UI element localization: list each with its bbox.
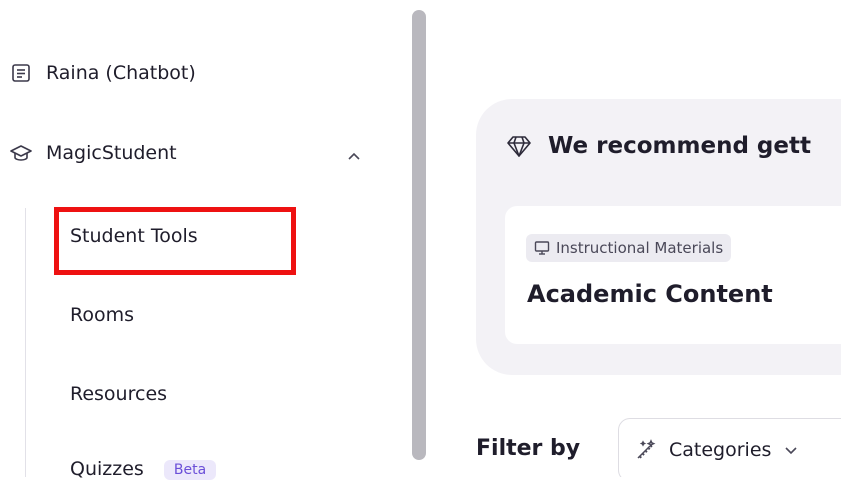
highlight-box	[54, 207, 296, 275]
magic-wand-icon	[637, 439, 656, 459]
chevron-down-icon	[785, 447, 797, 455]
chevron-up-icon[interactable]	[344, 148, 364, 164]
sidebar-item-raina[interactable]: Raina (Chatbot)	[10, 62, 196, 84]
sidebar-scrollbar[interactable]	[412, 10, 426, 460]
sidebar-item-magicstudent-label: MagicStudent	[46, 142, 177, 164]
sidebar-item-magicstudent[interactable]: MagicStudent	[10, 142, 177, 164]
filter-label: Filter by	[476, 436, 581, 461]
recommendation-card: We recommend gett Instructional Material…	[476, 99, 841, 375]
presentation-board-icon	[534, 241, 550, 255]
diamond-icon	[507, 136, 531, 157]
main-panel: We recommend gett Instructional Material…	[432, 0, 841, 477]
tree-guide-line	[25, 208, 26, 477]
graduation-cap-icon	[10, 142, 32, 164]
recommendation-header: We recommend gett	[506, 133, 811, 159]
categories-dropdown[interactable]: Categories	[618, 418, 841, 477]
recommendation-title: We recommend gett	[548, 133, 811, 159]
recommended-item-card[interactable]: Instructional Materials Academic Content	[505, 206, 841, 344]
chat-document-icon	[10, 62, 32, 84]
sidebar-item-resources[interactable]: Resources	[70, 383, 167, 405]
sidebar-item-resources-label: Resources	[70, 383, 168, 405]
item-title: Academic Content	[527, 280, 773, 308]
categories-label: Categories	[669, 439, 772, 461]
category-tag-label: Instructional Materials	[556, 239, 724, 257]
sidebar: Raina (Chatbot) MagicStudent Student Too…	[0, 0, 412, 480]
sidebar-item-rooms-label: Rooms	[70, 304, 135, 326]
category-tag: Instructional Materials	[526, 234, 732, 262]
sidebar-item-raina-label: Raina (Chatbot)	[46, 62, 196, 84]
sidebar-item-rooms[interactable]: Rooms	[70, 304, 134, 326]
